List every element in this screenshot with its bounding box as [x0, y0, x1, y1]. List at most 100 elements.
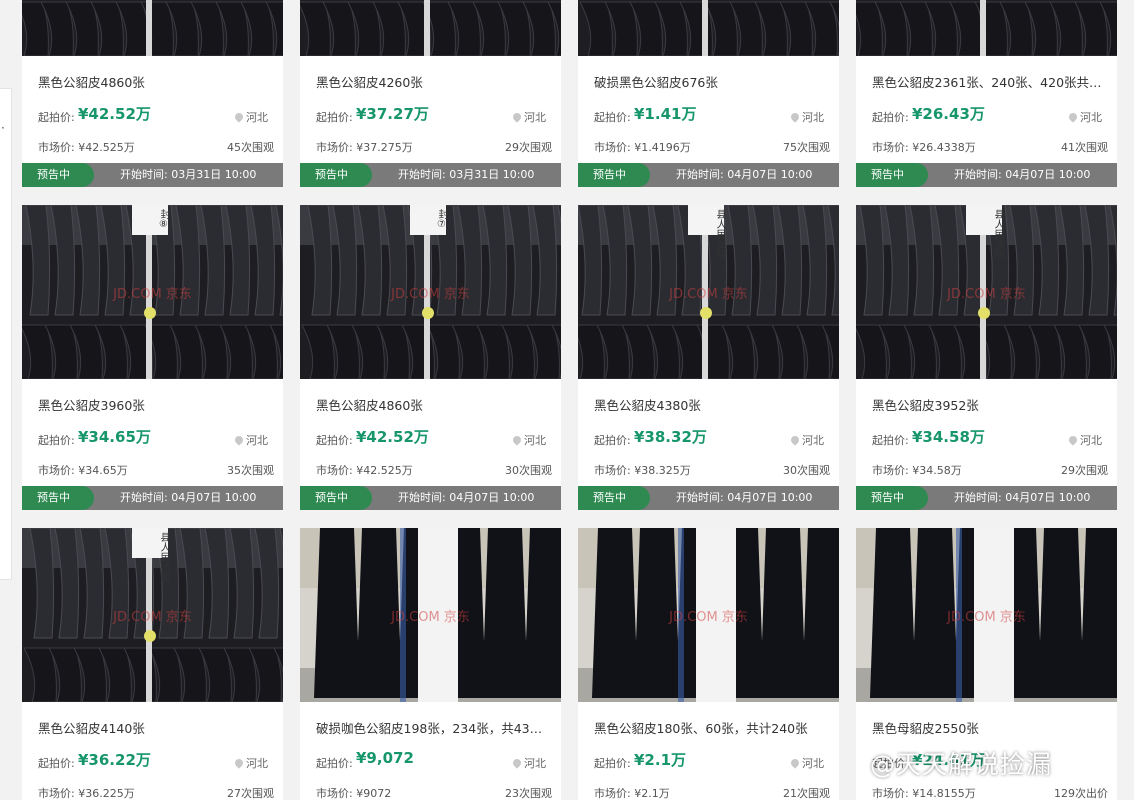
- auction-title[interactable]: 黑色公貂皮3952张: [872, 395, 1104, 414]
- auction-card[interactable]: JD.COM 京东 封⑧ 黑色公貂皮3960张 起拍价: ¥34.65万 河北 市场价: ¥…: [22, 205, 283, 510]
- location: 河北: [789, 755, 824, 771]
- starting-price: ¥2.1万: [634, 751, 687, 769]
- price-row: 起拍价: ¥34.58万 河北: [872, 426, 1102, 450]
- view-count: 45次围观: [227, 141, 274, 154]
- auction-card-photo[interactable]: JD.COM 京东: [578, 528, 839, 702]
- auction-title[interactable]: 黑色公貂皮180张、60张，共计240张: [594, 718, 826, 737]
- preview-badge: 预告中: [578, 163, 650, 187]
- market-price: 市场价: ¥34.65万: [38, 464, 128, 477]
- location-text: 河北: [1080, 111, 1102, 124]
- jd-photo-watermark: JD.COM 京东: [113, 610, 192, 625]
- location: 河北: [233, 755, 268, 771]
- auction-card-photo[interactable]: JD.COM 京东封④: [856, 0, 1117, 56]
- starting-price: ¥9,072: [356, 749, 414, 767]
- auction-card[interactable]: JD.COM 京东 县人民法院 黑色公貂皮3952张 起拍价: ¥34.58万 河北 市场价…: [856, 205, 1117, 510]
- market-row: 市场价: ¥9072 23次围观: [316, 785, 552, 800]
- preview-badge: 预告中: [22, 163, 94, 187]
- auction-card-photo[interactable]: JD.COM 京东⑦: [300, 0, 561, 56]
- auction-title[interactable]: 黑色母貂皮2550张: [872, 718, 1104, 737]
- auction-card[interactable]: JD.COM 京东破损咖色公貂皮198张，234张，共432张起拍价: ¥9,07…: [300, 528, 561, 800]
- jd-photo-watermark: JD.COM 京东: [947, 287, 1026, 302]
- auction-title[interactable]: 黑色公貂皮3960张: [38, 395, 270, 414]
- preview-badge: 预告中: [300, 486, 372, 510]
- market-row: 市场价: ¥36.225万 27次围观: [38, 785, 274, 800]
- start-time: 开始时间: 03月31日 10:00: [120, 168, 257, 181]
- auction-card[interactable]: JD.COM 京东⑦ 黑色公貂皮4260张起拍价:¥37.27万 河北市场价: ¥3…: [300, 0, 561, 187]
- market-price: 市场价: ¥42.525万: [38, 141, 135, 154]
- auction-card-photo[interactable]: JD.COM 京东 县人民法院: [22, 528, 283, 702]
- status-bar: 预告中 开始时间: 04月07日 10:00: [856, 486, 1117, 510]
- auction-card[interactable]: JD.COM 京东 封⑦ 黑色公貂皮4860张 起拍价: ¥42.52万 河北 市场价: ¥…: [300, 205, 561, 510]
- auction-card[interactable]: JD.COM 京东封④ 黑色公貂皮2361张、240张、420张共30... 起拍价…: [856, 0, 1117, 187]
- view-count: 23次围观: [505, 787, 552, 800]
- auction-title[interactable]: 黑色公貂皮4380张: [594, 395, 826, 414]
- location-text: 河北: [246, 757, 268, 770]
- location-text: 河北: [802, 757, 824, 770]
- jd-photo-watermark: JD.COM 京东: [391, 610, 470, 625]
- location-pin-icon: [233, 111, 245, 123]
- auction-card-photo[interactable]: JD.COM 京东封⑤: [578, 0, 839, 56]
- location-text: 河北: [246, 434, 268, 447]
- jd-photo-watermark: JD.COM 京东: [669, 287, 748, 302]
- starting-price: ¥26.43万: [912, 105, 985, 123]
- auction-title[interactable]: 破损黑色公貂皮676张: [594, 72, 826, 91]
- location: 河北: [511, 109, 546, 125]
- jd-photo-watermark: JD.COM 京东: [947, 610, 1026, 625]
- price-row: 起拍价: ¥42.52万 河北: [38, 103, 268, 127]
- auction-card-photo[interactable]: JD.COM 京东: [300, 528, 561, 702]
- auction-card[interactable]: JD.COM 京东黑色公貂皮4860张起拍价:¥42.52万 河北市场价: ¥42…: [22, 0, 283, 187]
- start-time: 开始时间: 03月31日 10:00: [398, 168, 535, 181]
- start-time: 开始时间: 04月07日 10:00: [954, 491, 1091, 504]
- auction-card-photo[interactable]: JD.COM 京东: [856, 528, 1117, 702]
- location-text: 河北: [524, 111, 546, 124]
- location: 河北: [1067, 109, 1102, 125]
- auction-card[interactable]: JD.COM 京东封⑤ 破损黑色公貂皮676张起拍价:¥1.41万 河北市场价: ¥…: [578, 0, 839, 187]
- market-row: 市场价: ¥34.58万 29次围观: [872, 462, 1108, 477]
- side-panel-edge[interactable]: ·: [0, 88, 12, 580]
- auction-card-photo[interactable]: JD.COM 京东: [22, 0, 283, 56]
- location: 河北: [1067, 432, 1102, 448]
- fur-photo: [578, 0, 839, 56]
- starting-price: ¥42.52万: [356, 428, 429, 446]
- auction-card-photo[interactable]: JD.COM 京东 封⑧: [22, 205, 283, 379]
- market-row: 市场价: ¥42.525万 30次围观: [316, 462, 552, 477]
- location: 河北: [233, 109, 268, 125]
- auction-title[interactable]: 黑色公貂皮4140张: [38, 718, 270, 737]
- location-pin-icon: [789, 111, 801, 123]
- location-text: 河北: [246, 111, 268, 124]
- auction-card-photo[interactable]: JD.COM 京东 县人民法院: [578, 205, 839, 379]
- auction-card[interactable]: JD.COM 京东 县人民法院 黑色公貂皮4380张 起拍价: ¥38.32万 河北 市场价…: [578, 205, 839, 510]
- fur-photo: [22, 0, 283, 56]
- auction-title[interactable]: 黑色公貂皮4260张: [316, 72, 548, 91]
- preview-badge: 预告中: [22, 486, 94, 510]
- preview-badge: 预告中: [856, 163, 928, 187]
- location-pin-icon: [1067, 111, 1079, 123]
- market-price: 市场价: ¥14.8155万: [872, 787, 976, 800]
- view-count: 129次出价: [1054, 787, 1108, 800]
- auction-title[interactable]: 黑色公貂皮4860张: [38, 72, 270, 91]
- market-price: 市场价: ¥37.275万: [316, 141, 413, 154]
- starting-price: ¥34.58万: [912, 428, 985, 446]
- location-text: 河北: [802, 434, 824, 447]
- auction-title[interactable]: 黑色公貂皮2361张、240张、420张共30...: [872, 72, 1104, 91]
- market-row: 市场价: ¥2.1万 21次围观: [594, 785, 830, 800]
- location-text: 河北: [1080, 434, 1102, 447]
- starting-price: ¥1.41万: [634, 105, 697, 123]
- auction-title[interactable]: 黑色公貂皮4860张: [316, 395, 548, 414]
- view-count: 41次围观: [1061, 141, 1108, 154]
- auction-card-photo[interactable]: JD.COM 京东 封⑦: [300, 205, 561, 379]
- market-price: 市场价: ¥1.4196万: [594, 141, 691, 154]
- auction-card[interactable]: JD.COM 京东 黑色公貂皮180张、60张，共计240张 起拍价: ¥2.1万 河北…: [578, 528, 839, 800]
- market-row: 市场价: ¥37.275万 29次围观: [316, 139, 552, 154]
- auction-title[interactable]: 破损咖色公貂皮198张，234张，共432张: [316, 718, 548, 737]
- starting-price-label: 起拍价:: [316, 757, 353, 770]
- market-price: 市场价: ¥26.4338万: [872, 141, 976, 154]
- seal-tag: 县人民法院: [992, 209, 1003, 259]
- location-pin-icon: [511, 757, 523, 769]
- location-pin-icon: [1067, 434, 1079, 446]
- auction-card-photo[interactable]: JD.COM 京东 县人民法院: [856, 205, 1117, 379]
- jd-photo-watermark: JD.COM 京东: [391, 287, 470, 302]
- market-price: 市场价: ¥34.58万: [872, 464, 962, 477]
- auction-card[interactable]: JD.COM 京东 县人民法院 黑色公貂皮4140张 起拍价: ¥36.22万 河北 市场价…: [22, 528, 283, 800]
- starting-price-label: 起拍价:: [316, 434, 353, 447]
